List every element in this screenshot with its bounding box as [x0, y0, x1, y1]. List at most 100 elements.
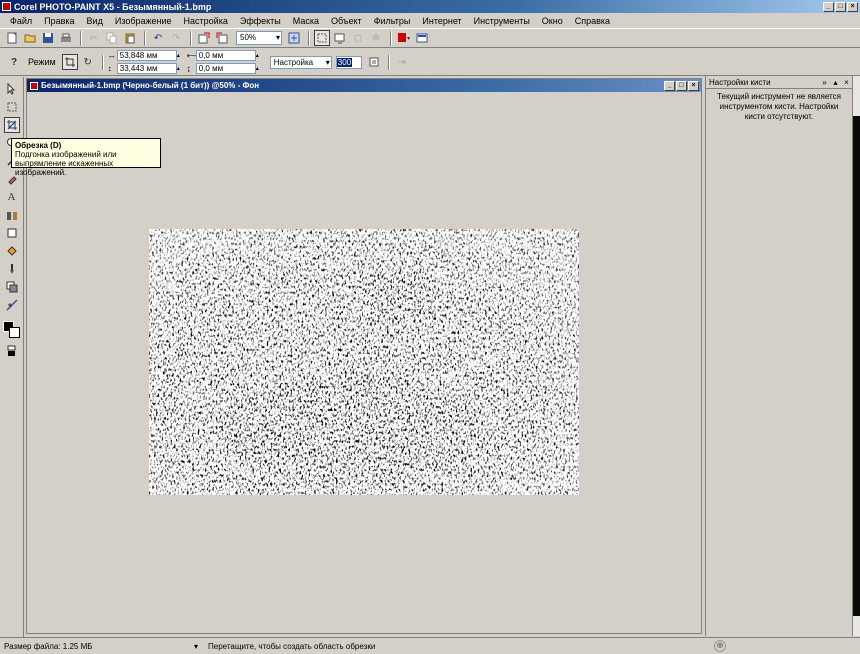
clone-tool-icon[interactable] — [4, 207, 20, 223]
effect-tool-icon[interactable] — [4, 297, 20, 313]
x-spinner[interactable]: ▴ — [177, 52, 183, 59]
swap-colors-icon[interactable] — [4, 343, 20, 359]
transparency-tool-icon[interactable] — [4, 279, 20, 295]
property-bar: ? Режим ↻ ↔ 53,848 мм ▴ ↕ 33,443 мм ▴ ⟷ … — [0, 49, 860, 76]
copy-icon[interactable] — [104, 30, 120, 46]
docker-header: Настройки кисти » ▴ × — [706, 76, 852, 89]
y-spinner[interactable]: ▴ — [177, 65, 183, 72]
menu-bar: Файл Правка Вид Изображение Настройка Эф… — [0, 13, 860, 28]
docker-collapse-icon[interactable]: ▴ — [830, 78, 841, 87]
tooltip-title: Обрезка (D) — [15, 141, 62, 150]
brush-settings-docker: Настройки кисти » ▴ × Текущий инструмент… — [705, 76, 852, 636]
preset-combo[interactable]: Настройка — [269, 55, 332, 69]
toolbar-divider — [387, 54, 390, 70]
lock-icon[interactable]: ◻ — [350, 30, 366, 46]
tool-help-icon[interactable]: ? — [6, 54, 22, 70]
menu-help[interactable]: Справка — [569, 16, 616, 26]
menu-window[interactable]: Окно — [536, 16, 569, 26]
new-document-icon[interactable] — [4, 30, 20, 46]
crop-to-selection-icon[interactable] — [366, 54, 382, 70]
export-icon[interactable] — [214, 30, 230, 46]
menu-edit[interactable]: Правка — [38, 16, 80, 26]
toolbar-divider — [190, 30, 192, 46]
width-icon: ⟷ — [186, 51, 199, 60]
doc-minimize-button[interactable]: _ — [664, 80, 675, 91]
redo-icon[interactable]: ↷ — [168, 30, 184, 46]
status-bar: Размер файла: 1.25 МБ Перетащите, чтобы … — [0, 637, 860, 654]
docker-message: Текущий инструмент не является инструмен… — [717, 92, 841, 121]
menu-image[interactable]: Изображение — [109, 16, 178, 26]
undo-icon[interactable]: ↶ — [150, 30, 166, 46]
pick-tool-icon[interactable] — [4, 81, 20, 97]
resolution-field[interactable]: 300 — [335, 55, 362, 69]
text-tool-icon[interactable]: A — [4, 189, 20, 205]
rectangle-tool-icon[interactable] — [4, 225, 20, 241]
rectangle-mask-tool-icon[interactable] — [4, 99, 20, 115]
menu-view[interactable]: Вид — [81, 16, 109, 26]
maximize-button[interactable]: □ — [835, 1, 846, 12]
welcome-screen-icon[interactable] — [414, 30, 430, 46]
height-spinner[interactable]: ▴ — [256, 65, 262, 72]
mode-label: Режим — [28, 57, 56, 67]
toolbar-divider — [308, 30, 310, 46]
import-icon[interactable] — [196, 30, 212, 46]
width-spinner[interactable]: ▴ — [256, 52, 262, 59]
toolbar-divider — [101, 54, 104, 70]
crop-mode-icon[interactable] — [61, 54, 78, 70]
crop-tool-icon[interactable] — [3, 117, 20, 133]
color-proof-icon[interactable]: ◎ — [714, 640, 726, 652]
x-position-icon: ↔ — [107, 51, 116, 60]
menu-adjust[interactable]: Настройка — [178, 16, 234, 26]
file-size-status[interactable]: Размер файла: 1.25 МБ — [0, 642, 200, 651]
palette-black-swatch[interactable] — [853, 116, 860, 616]
minimize-button[interactable]: _ — [823, 1, 834, 12]
clear-crop-icon[interactable]: ⇥ — [394, 54, 410, 70]
y-position-field[interactable]: 33,443 мм — [116, 63, 177, 74]
object-mode-icon[interactable] — [332, 30, 348, 46]
menu-internet[interactable]: Интернет — [416, 16, 467, 26]
height-field[interactable]: 0,0 мм — [195, 63, 256, 74]
cut-icon[interactable]: ✂ — [86, 30, 102, 46]
menu-tools[interactable]: Инструменты — [468, 16, 536, 26]
menu-filters[interactable]: Фильтры — [368, 16, 417, 26]
width-field[interactable]: 0,0 мм — [195, 50, 256, 61]
app-title: Corel PHOTO-PAINT X5 - Безымянный-1.bmp — [14, 1, 212, 12]
resolution-value: 300 — [336, 57, 353, 67]
close-button[interactable]: × — [847, 1, 858, 12]
transform-icon[interactable]: ✲ — [368, 30, 384, 46]
docker-expand-icon[interactable]: » — [819, 78, 830, 87]
x-position-field[interactable]: 53,848 мм — [116, 50, 177, 61]
crop-tool-tooltip: Обрезка (D) Подгонка изображений или вып… — [11, 138, 161, 177]
docker-close-icon[interactable]: × — [841, 78, 852, 87]
height-icon: ↨ — [186, 64, 191, 73]
zoom-level-combo[interactable]: 50% — [236, 31, 282, 45]
paint-tool-icon[interactable] — [4, 261, 20, 277]
app-logo-icon — [2, 2, 11, 11]
menu-object[interactable]: Объект — [325, 16, 368, 26]
paste-icon[interactable] — [122, 30, 138, 46]
docker-title: Настройки кисти — [709, 77, 771, 87]
doc-maximize-button[interactable]: □ — [676, 80, 687, 91]
menu-effects[interactable]: Эффекты — [234, 16, 287, 26]
toolbar-divider — [80, 30, 82, 46]
menu-file[interactable]: Файл — [4, 16, 38, 26]
bitmap-image — [149, 229, 579, 495]
toolbar-divider — [390, 30, 392, 46]
save-icon[interactable] — [40, 30, 56, 46]
print-icon[interactable] — [58, 30, 74, 46]
launcher-icon[interactable] — [396, 30, 412, 46]
rotate-crop-icon[interactable]: ↻ — [80, 54, 96, 70]
zoom-fit-icon[interactable] — [286, 30, 302, 46]
hint-status: Перетащите, чтобы создать область обрезк… — [208, 641, 376, 651]
y-position-icon: ↕ — [107, 64, 112, 73]
open-folder-icon[interactable] — [22, 30, 38, 46]
mask-mode-icon[interactable] — [314, 30, 330, 46]
doc-close-button[interactable]: × — [688, 80, 699, 91]
background-color[interactable] — [8, 327, 20, 338]
document-icon — [30, 81, 38, 90]
image-canvas[interactable] — [149, 229, 579, 495]
menu-mask[interactable]: Маска — [287, 16, 325, 26]
fill-tool-icon[interactable] — [4, 243, 20, 259]
color-swatches[interactable] — [2, 321, 21, 339]
color-palette[interactable] — [852, 76, 860, 636]
